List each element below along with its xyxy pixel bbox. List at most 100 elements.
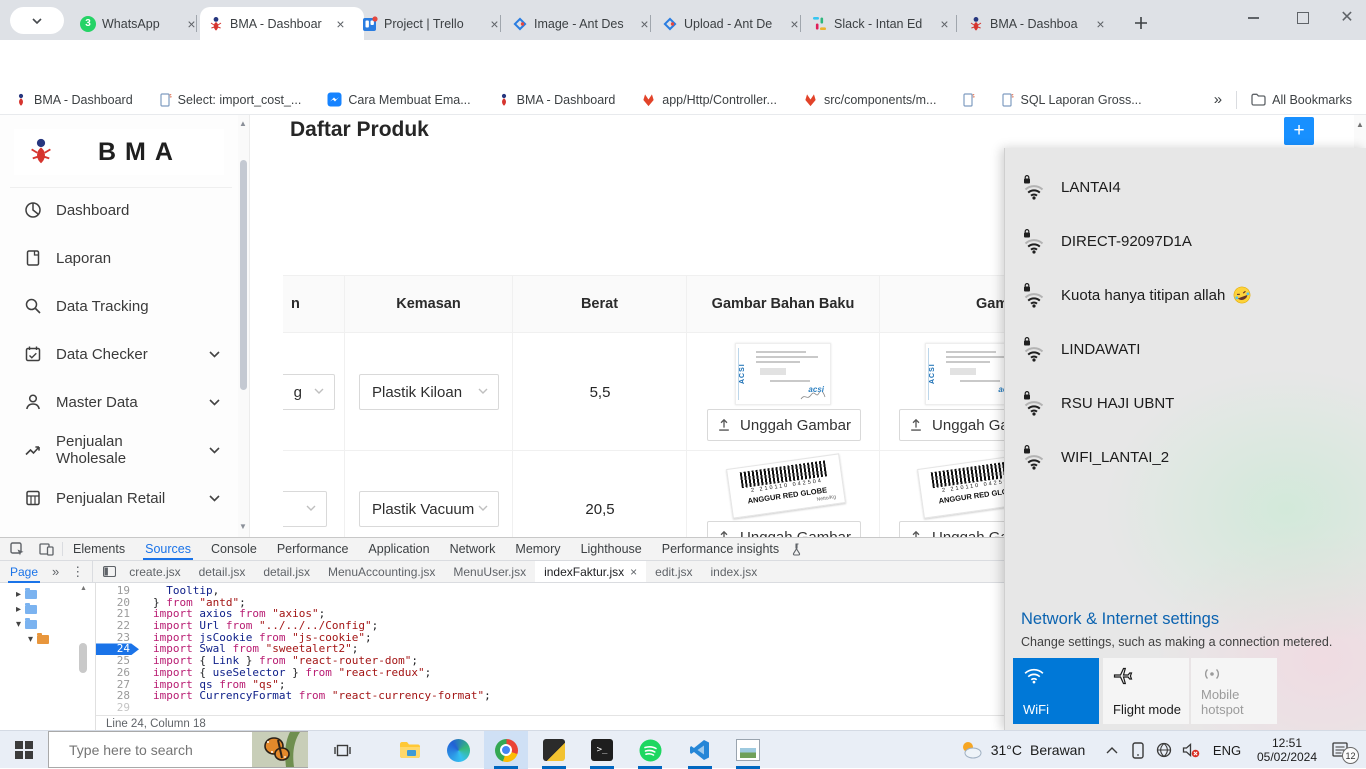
tab-trello[interactable]: Project | Trello × [354, 7, 512, 40]
upload-bahan-baku-button[interactable]: Unggah Gambar [707, 409, 861, 441]
file-tree-item[interactable]: ▸ [16, 602, 37, 616]
devtools-tab-elements[interactable]: Elements [63, 538, 135, 560]
satuan-select[interactable]: g [283, 374, 335, 410]
more-options-icon[interactable]: ⋮ [63, 564, 92, 580]
bookmarks-overflow-icon[interactable]: » [1214, 91, 1222, 108]
notification-center-button[interactable]: 12 [1326, 731, 1366, 769]
bookmark-item[interactable]: Cara Membuat Ema... [327, 92, 470, 107]
tray-your-phone-icon[interactable] [1126, 731, 1150, 769]
devtools-tab-performance[interactable]: Performance [267, 538, 359, 560]
bookmark-item[interactable]: BMA - Dashboard [14, 93, 133, 107]
taskbar-edge[interactable] [436, 731, 480, 769]
brand-logo[interactable]: BMA [14, 129, 224, 175]
scroll-up-icon[interactable]: ▲ [80, 585, 87, 592]
sidebar-item-penjualan-wholesale[interactable]: Penjualan Wholesale [24, 433, 220, 467]
kemasan-select[interactable]: Plastik Vacuum [359, 491, 499, 527]
more-tabs-icon[interactable]: » [48, 564, 63, 579]
scroll-up-icon[interactable]: ▲ [239, 119, 247, 128]
start-button[interactable] [0, 731, 48, 769]
close-icon[interactable]: × [630, 565, 637, 579]
task-view-button[interactable] [322, 731, 362, 769]
scrollbar-thumb[interactable] [79, 643, 87, 673]
tab-slack[interactable]: Slack - Intan Ed × [804, 7, 968, 40]
tab-bma-active[interactable]: BMA - Dashboar × [200, 7, 364, 40]
close-icon[interactable]: × [936, 15, 953, 32]
tray-show-hidden-icons[interactable] [1100, 731, 1124, 769]
add-product-button[interactable]: + [1284, 117, 1314, 145]
sidebar-item-dashboard[interactable]: Dashboard [24, 193, 220, 227]
tab-bma-2[interactable]: BMA - Dashboa × [960, 7, 1126, 40]
sidebar-item-master-data[interactable]: Master Data [24, 385, 220, 419]
sidebar-item-data-checker[interactable]: Data Checker [24, 337, 220, 371]
wifi-network-item[interactable]: DIRECT-92097D1A [1005, 214, 1366, 268]
flight-mode-tile[interactable]: Flight mode [1103, 658, 1189, 724]
taskbar-image-viewer[interactable] [726, 731, 770, 769]
window-minimize-button[interactable] [1234, 1, 1272, 35]
tray-volume-muted-icon[interactable] [1178, 731, 1204, 769]
search-input[interactable] [67, 741, 252, 759]
file-tab[interactable]: MenuUser.jsx [444, 561, 535, 582]
devtools-tab-sources[interactable]: Sources [135, 538, 201, 560]
bookmark-item-icon-only[interactable] [962, 93, 975, 107]
file-tab[interactable]: detail.jsx [190, 561, 255, 582]
taskbar-terminal[interactable]: >_ [580, 731, 624, 769]
close-icon[interactable]: × [332, 15, 349, 32]
file-tree-item[interactable]: ▸ [16, 587, 37, 601]
tray-language[interactable]: ENG [1208, 731, 1246, 769]
file-tab[interactable]: edit.jsx [646, 561, 701, 582]
taskbar-weather[interactable]: 31°C Berawan [952, 731, 1092, 769]
inspect-element-icon[interactable] [0, 542, 31, 557]
scroll-down-icon[interactable]: ▼ [239, 522, 247, 531]
tray-clock[interactable]: 12:51 05/02/2024 [1250, 731, 1324, 769]
tray-network-icon[interactable] [1152, 731, 1176, 769]
kemasan-select[interactable]: Plastik Kiloan [359, 374, 499, 410]
sidebar-item-data-tracking[interactable]: Data Tracking [24, 289, 220, 323]
wifi-network-item[interactable]: RSU HAJI UBNT [1005, 376, 1366, 430]
devtools-tab-performance-insights[interactable]: Performance insights [652, 538, 789, 560]
all-bookmarks-button[interactable]: All Bookmarks [1251, 93, 1352, 107]
sidebar-scrollbar[interactable]: ▲ ▼ [238, 115, 249, 537]
device-toolbar-icon[interactable] [31, 542, 63, 556]
taskbar-notepad[interactable] [532, 731, 576, 769]
wifi-network-item[interactable]: LANTAI4 [1005, 160, 1366, 214]
bookmark-item[interactable]: src/components/m... [803, 93, 937, 107]
taskbar-search[interactable] [48, 731, 308, 768]
devtools-tab-network[interactable]: Network [440, 538, 506, 560]
scroll-up-icon[interactable]: ▲ [1356, 120, 1364, 129]
wifi-network-item[interactable]: WIFI_LANTAI_2 [1005, 430, 1366, 484]
collapse-panel-icon[interactable] [103, 566, 116, 577]
devtools-tab-console[interactable]: Console [201, 538, 267, 560]
taskbar-chrome-active[interactable] [484, 731, 528, 769]
page-scrollbar[interactable]: ▲ [1354, 115, 1366, 148]
tab-upload-antd[interactable]: Upload - Ant De × [654, 7, 812, 40]
tab-whatsapp[interactable]: 3 WhatsApp × [72, 7, 208, 40]
bookmark-item[interactable]: app/Http/Controller... [641, 93, 777, 107]
bookmark-item[interactable]: SQL Laporan Gross... [1001, 93, 1141, 107]
window-close-button[interactable]: ✕ [1328, 1, 1366, 35]
satuan-select[interactable] [283, 491, 327, 527]
wifi-network-item[interactable]: Kuota hanya titipan allah [1005, 268, 1366, 322]
devtools-tab-lighthouse[interactable]: Lighthouse [571, 538, 652, 560]
file-tab[interactable]: detail.jsx [254, 561, 319, 582]
close-icon[interactable]: × [183, 15, 200, 32]
taskbar-spotify[interactable] [628, 731, 672, 769]
tab-image-antd[interactable]: Image - Ant Des × [504, 7, 662, 40]
bookmark-item[interactable]: BMA - Dashboard [497, 93, 616, 107]
file-tab[interactable]: index.jsx [702, 561, 767, 582]
network-settings-link[interactable]: Network & Internet settings [1021, 610, 1219, 629]
wifi-toggle-tile[interactable]: WiFi [1013, 658, 1099, 724]
taskbar-file-explorer[interactable] [388, 731, 432, 769]
bookmark-item[interactable]: Select: import_cost_... [159, 93, 302, 107]
file-tab[interactable]: create.jsx [120, 561, 189, 582]
sources-page-tab[interactable]: Page [0, 561, 48, 583]
devtools-tab-application[interactable]: Application [358, 538, 439, 560]
tab-search-button[interactable] [10, 7, 64, 34]
close-icon[interactable]: × [1092, 15, 1109, 32]
file-tab-active[interactable]: indexFaktur.jsx × [535, 561, 646, 582]
wifi-network-item[interactable]: LINDAWATI [1005, 322, 1366, 376]
file-tree-item[interactable]: ▾ [28, 632, 49, 646]
scrollbar-thumb[interactable] [240, 160, 247, 390]
taskbar-vscode[interactable] [678, 731, 722, 769]
devtools-tab-memory[interactable]: Memory [505, 538, 570, 560]
new-tab-button[interactable] [1126, 6, 1156, 40]
